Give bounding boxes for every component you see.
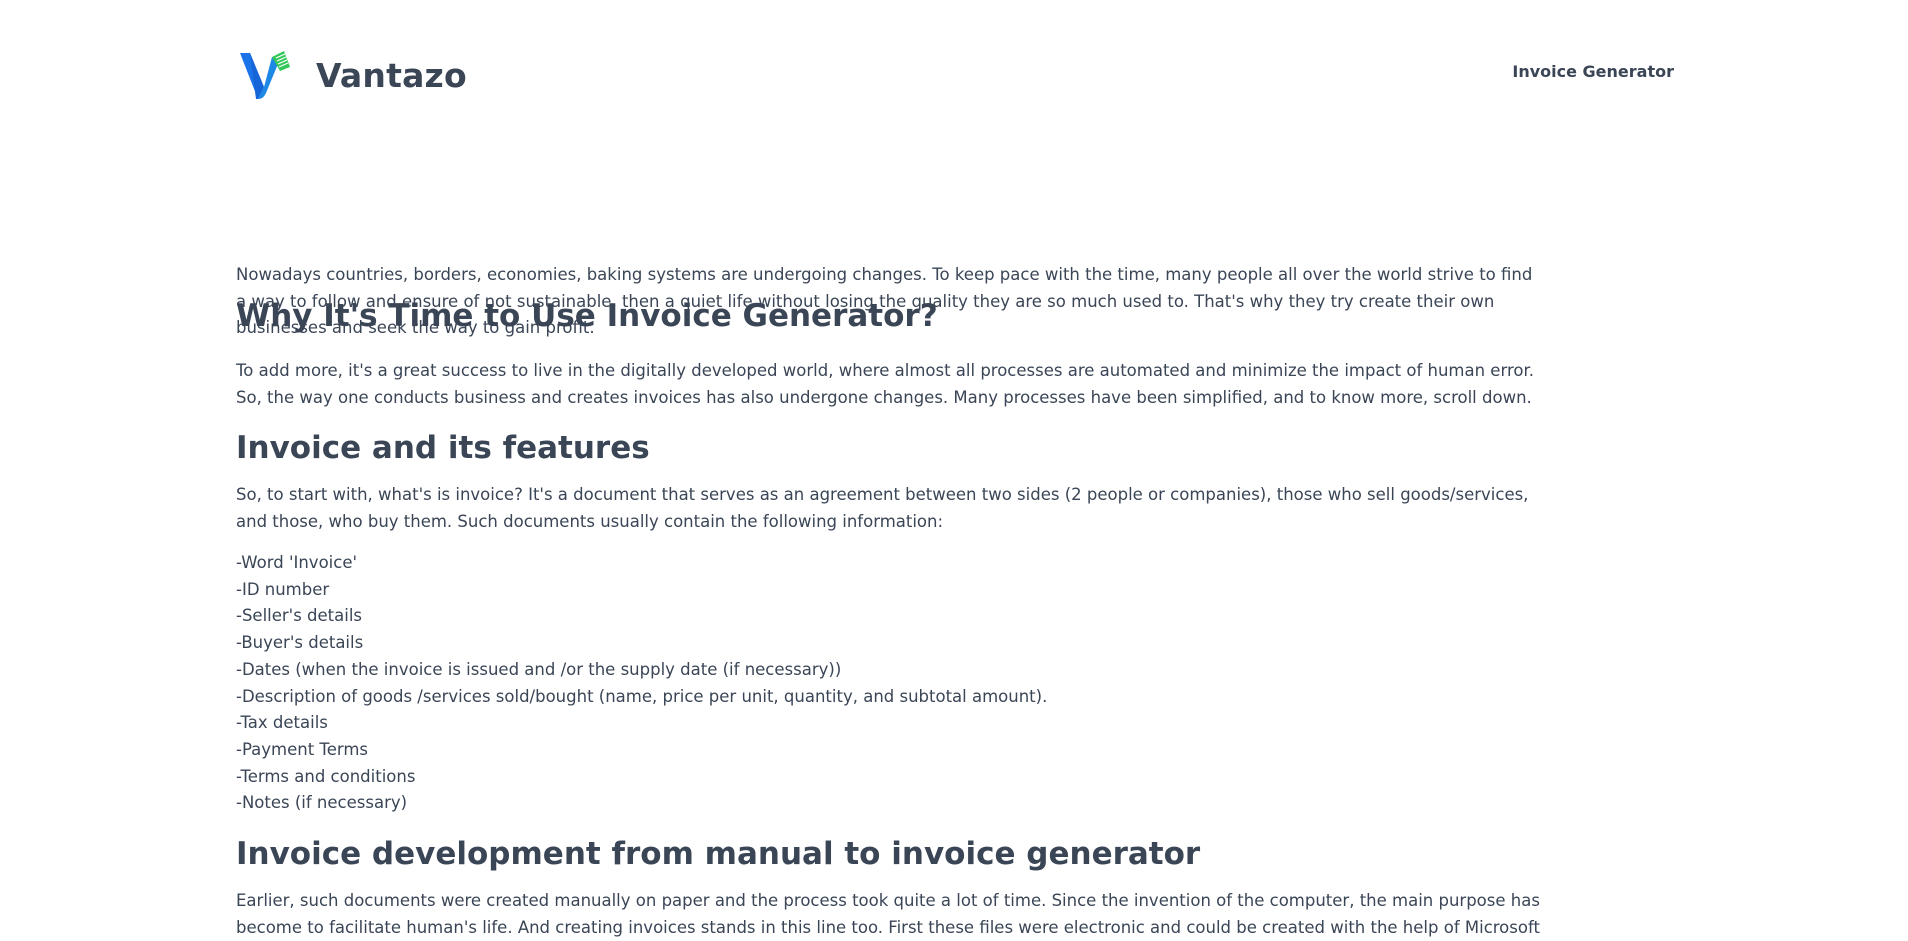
vantazo-logo-icon bbox=[240, 51, 290, 99]
brand-logo[interactable]: Vantazo bbox=[236, 47, 467, 103]
nav-invoice-generator-link[interactable]: Invoice Generator bbox=[1512, 62, 1674, 81]
article-content: Why It's Time to Use Invoice Generator? … bbox=[236, 262, 1546, 941]
list-item: -Word 'Invoice' bbox=[236, 553, 358, 572]
list-item: -Terms and conditions bbox=[236, 766, 416, 786]
section-paragraph-invoice-development: Earlier, such documents were created man… bbox=[236, 891, 1540, 937]
second-paragraph: To add more, it's a great success to liv… bbox=[236, 361, 1534, 407]
list-item: -Description of goods /services sold/bou… bbox=[236, 686, 1048, 706]
list-item: -Notes (if necessary) bbox=[236, 793, 408, 813]
section-paragraph-invoice-features: So, to start with, what's is invoice? It… bbox=[236, 485, 1529, 531]
list-item: -Payment Terms bbox=[236, 739, 369, 759]
section-title-invoice-development: Invoice development from manual to invoi… bbox=[236, 836, 1201, 873]
intro-paragraph: Nowadays countries, borders, economies, … bbox=[236, 265, 1533, 337]
list-item: -Dates (when the invoice is issued and /… bbox=[236, 659, 842, 679]
list-item: -Tax details bbox=[236, 713, 328, 733]
intro-section: Why It's Time to Use Invoice Generator? … bbox=[236, 262, 1546, 344]
invoice-features-list: -Word 'Invoice' -ID number -Seller's det… bbox=[236, 550, 1546, 817]
list-item: -Seller's details bbox=[236, 606, 363, 626]
section-title-invoice-features: Invoice and its features bbox=[236, 430, 650, 466]
list-item: -ID number bbox=[236, 579, 330, 599]
list-item: -Buyer's details bbox=[236, 633, 364, 653]
brand-name: Vantazo bbox=[316, 55, 467, 95]
site-header: Vantazo Invoice Generator bbox=[0, 0, 1908, 145]
